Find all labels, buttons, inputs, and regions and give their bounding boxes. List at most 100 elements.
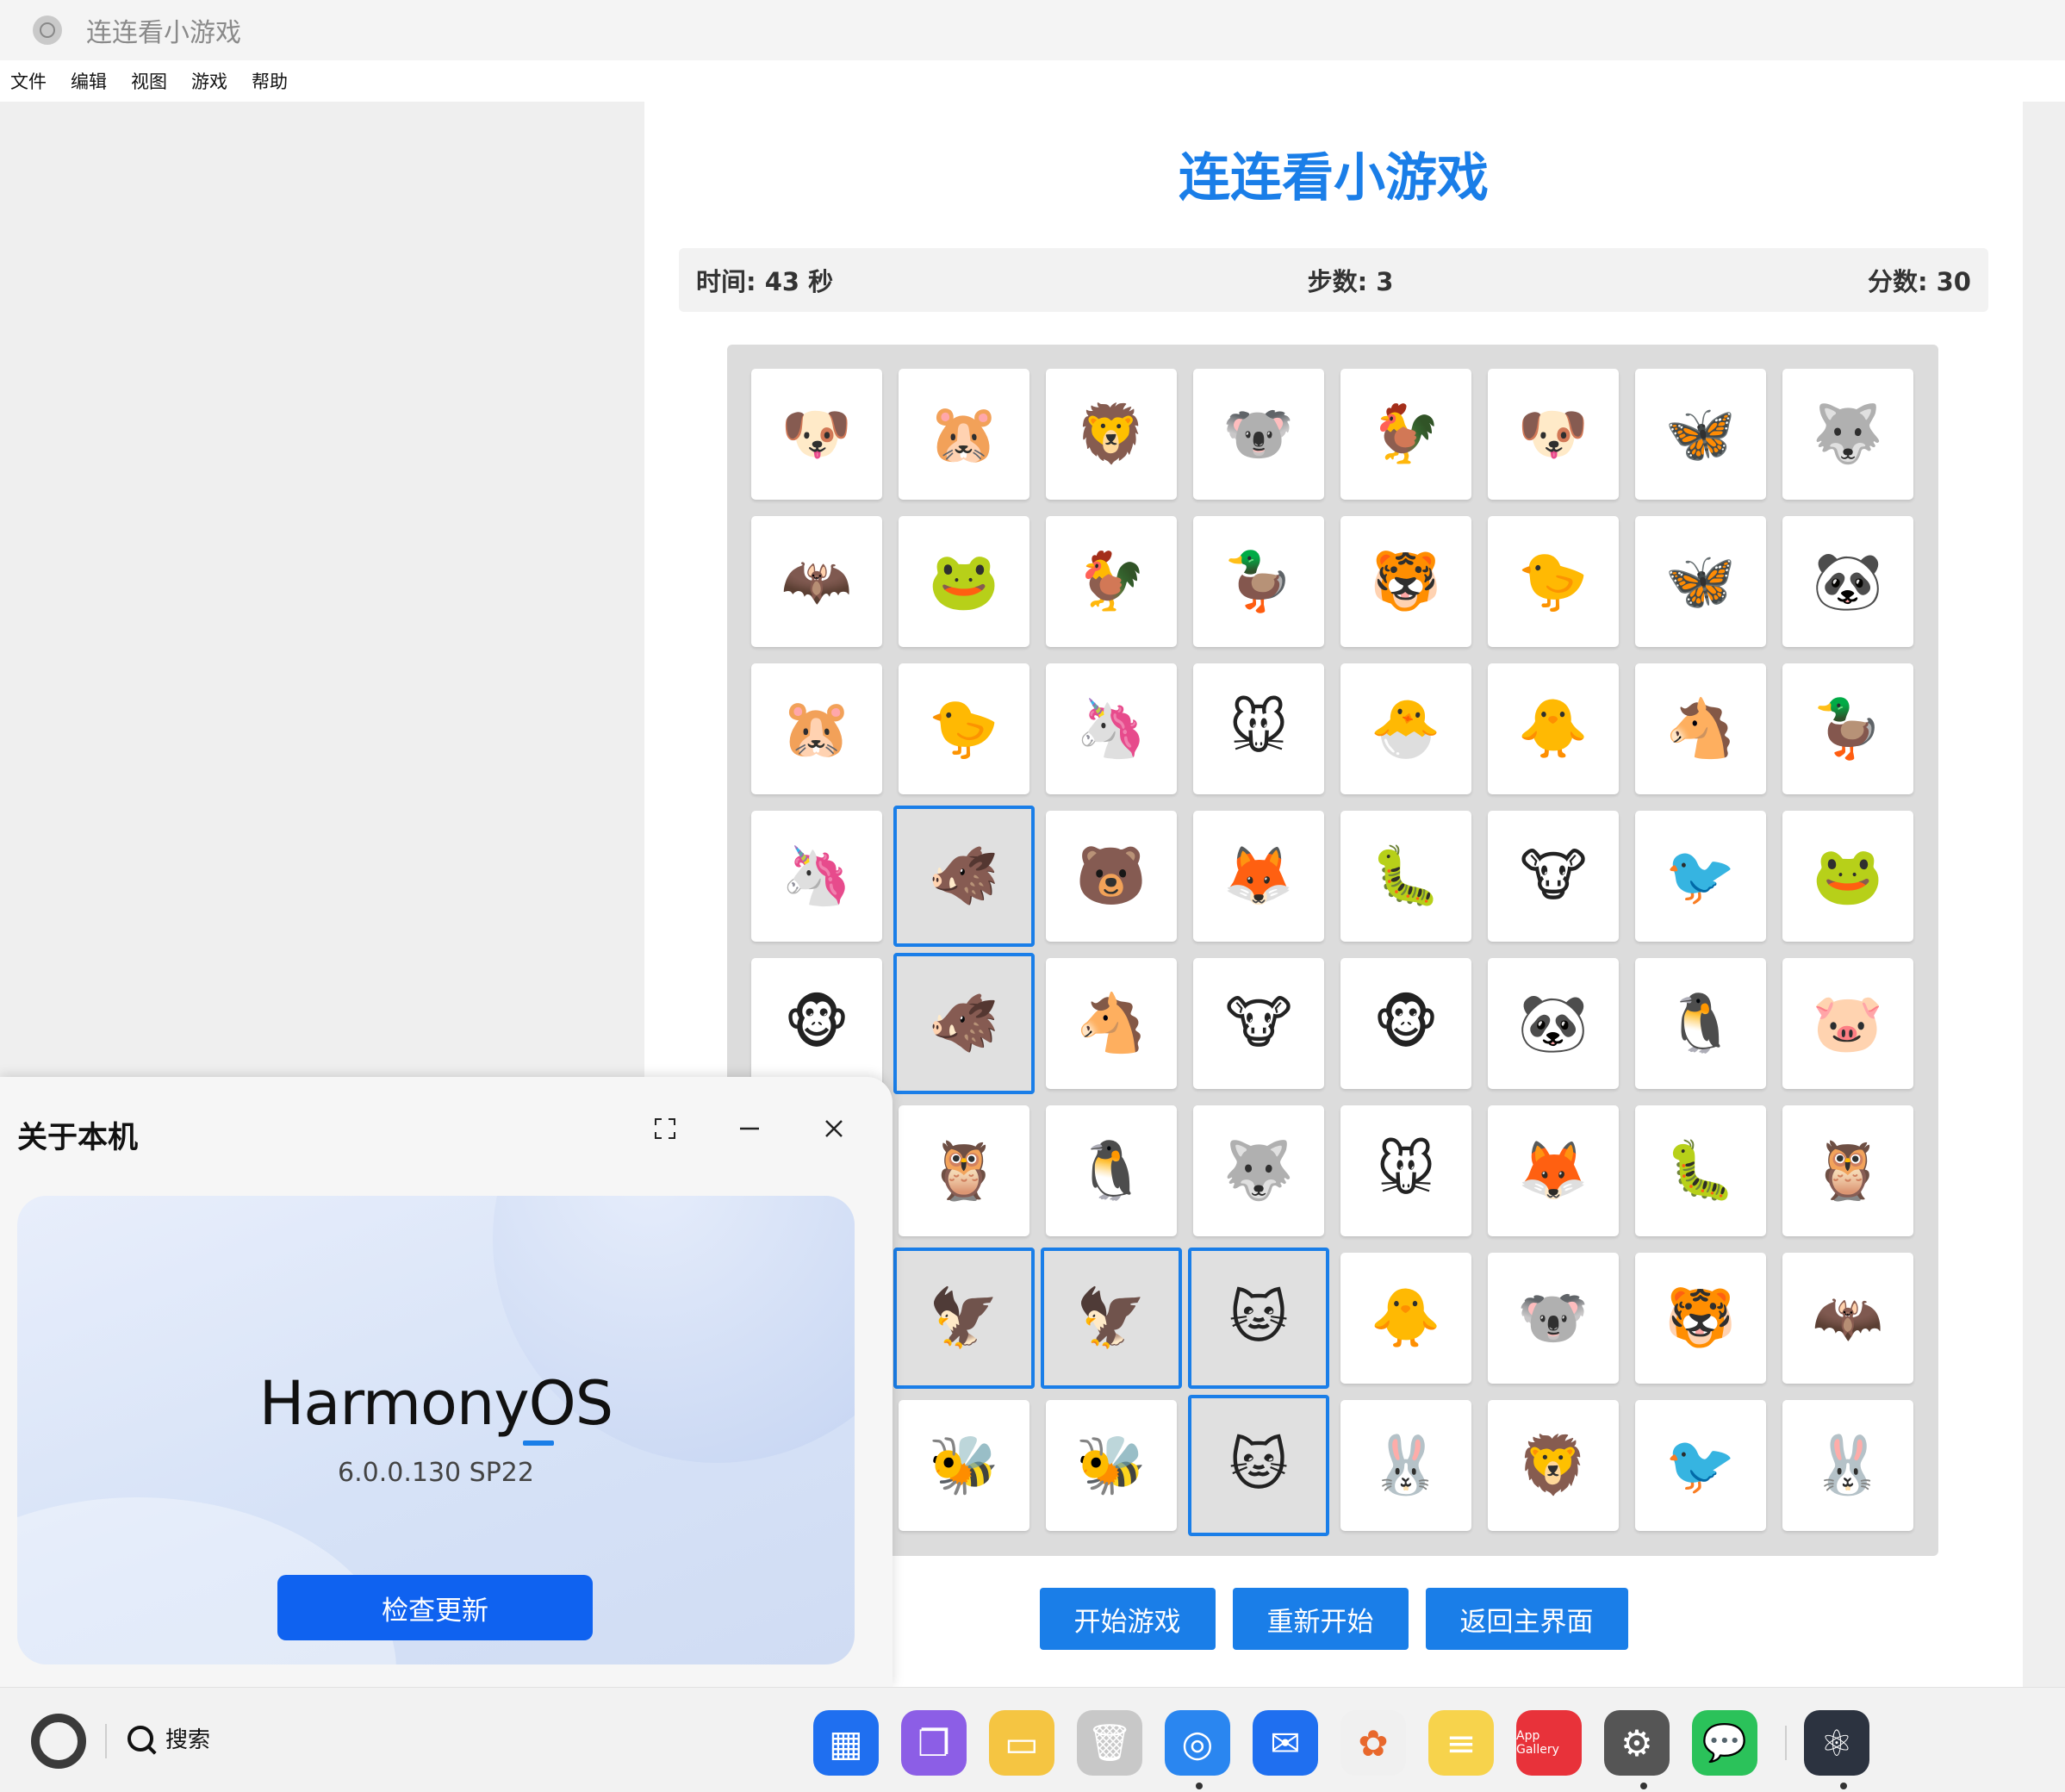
tile-boar-icon[interactable]: 🐗 [893, 806, 1035, 947]
tile-duck-icon[interactable]: 🦆 [1782, 663, 1913, 794]
tile-hamster-icon[interactable]: 🐹 [751, 663, 882, 794]
trash-icon[interactable]: 🗑 [1077, 1710, 1142, 1776]
tile-bear-icon[interactable]: 🐻 [1046, 811, 1177, 942]
taskbar-search[interactable]: 搜索 [128, 1722, 210, 1754]
tile-butterfly-icon[interactable]: 🦋 [1635, 369, 1766, 500]
tile-bee-icon[interactable]: 🐝 [1046, 1400, 1177, 1531]
tile-baby-chick-icon[interactable]: 🐥 [1488, 663, 1619, 794]
tile-unicorn-icon[interactable]: 🦄 [751, 811, 882, 942]
multitask-icon[interactable]: ❐ [901, 1710, 967, 1776]
electron-app-icon[interactable]: ⚛ [1804, 1710, 1869, 1776]
taskbar: 搜索 ▦ ❐ ▭ 🗑 ◎ ✉ ✿ ≡ App Gallery ⚙ 💬 ⚛ [0, 1687, 2065, 1792]
tile-dog-icon[interactable]: 🐶 [1488, 369, 1619, 500]
running-indicator [1840, 1783, 1847, 1789]
tile-wolf-icon[interactable]: 🐺 [1782, 369, 1913, 500]
tile-rabbit-icon[interactable]: 🐰 [1782, 1400, 1913, 1531]
tile-hatching-chick-icon[interactable]: 🐣 [1340, 663, 1471, 794]
tile-chick-icon[interactable]: 🐤 [1488, 516, 1619, 647]
tile-butterfly-icon[interactable]: 🦋 [1635, 516, 1766, 647]
tile-bug-icon[interactable]: 🐛 [1635, 1105, 1766, 1236]
tile-bird-icon[interactable]: 🐦 [1635, 811, 1766, 942]
tile-unicorn-icon[interactable]: 🦄 [1046, 663, 1177, 794]
tile-panda-icon[interactable]: 🐼 [1782, 516, 1913, 647]
tile-boar-icon[interactable]: 🐗 [893, 953, 1035, 1094]
tile-penguin-icon[interactable]: 🐧 [1635, 958, 1766, 1089]
tile-koala-icon[interactable]: 🐨 [1488, 1253, 1619, 1384]
tile-horse-icon[interactable]: 🐴 [1046, 958, 1177, 1089]
tile-duck-icon[interactable]: 🦆 [1193, 516, 1324, 647]
mail-icon[interactable]: ✉ [1253, 1710, 1318, 1776]
photos-icon[interactable]: ✿ [1340, 1710, 1406, 1776]
tile-owl-icon[interactable]: 🦉 [899, 1105, 1029, 1236]
tile-baby-chick-icon[interactable]: 🐥 [1340, 1253, 1471, 1384]
browser-icon[interactable]: ◎ [1165, 1710, 1230, 1776]
tile-monkey-icon[interactable]: 🐵 [1340, 958, 1471, 1089]
tile-horse-icon[interactable]: 🐴 [1635, 663, 1766, 794]
tile-panda-icon[interactable]: 🐼 [1488, 958, 1619, 1089]
tile-rooster-icon[interactable]: 🐓 [1046, 516, 1177, 647]
close-icon[interactable] [817, 1111, 851, 1146]
time-display: 时间: 43 秒 [696, 267, 834, 296]
tile-tiger-icon[interactable]: 🐯 [1340, 516, 1471, 647]
settings-icon[interactable]: ⚙ [1604, 1710, 1670, 1776]
title-bar: 连连看小游戏 [0, 0, 2065, 60]
app-gallery-icon[interactable]: App Gallery [1516, 1710, 1582, 1776]
tile-fox-icon[interactable]: 🦊 [1193, 811, 1324, 942]
tile-bat-icon[interactable]: 🦇 [1782, 1253, 1913, 1384]
tile-cow-icon[interactable]: 🐮 [1193, 958, 1324, 1089]
tile-rabbit-icon[interactable]: 🐰 [1340, 1400, 1471, 1531]
menu-help[interactable]: 帮助 [252, 68, 288, 94]
os-info-card: HarmonyOS 6.0.0.130 SP22 检查更新 [17, 1196, 855, 1664]
tile-lion-icon[interactable]: 🦁 [1046, 369, 1177, 500]
menu-edit[interactable]: 编辑 [71, 68, 107, 94]
search-label: 搜索 [165, 1727, 211, 1753]
os-version: 6.0.0.130 SP22 [338, 1458, 534, 1488]
tile-cat-icon[interactable]: 🐱 [1188, 1395, 1329, 1536]
tile-eagle-icon[interactable]: 🦅 [893, 1248, 1035, 1389]
tile-bee-icon[interactable]: 🐝 [899, 1400, 1029, 1531]
tile-owl-icon[interactable]: 🦉 [1782, 1105, 1913, 1236]
tile-koala-icon[interactable]: 🐨 [1193, 369, 1324, 500]
wechat-icon[interactable]: 💬 [1692, 1710, 1757, 1776]
menu-game[interactable]: 游戏 [191, 68, 227, 94]
files-icon[interactable]: ▭ [989, 1710, 1054, 1776]
tile-frog-icon[interactable]: 🐸 [1782, 811, 1913, 942]
tile-bat-icon[interactable]: 🦇 [751, 516, 882, 647]
tile-lion-icon[interactable]: 🦁 [1488, 1400, 1619, 1531]
start-game-button[interactable]: 开始游戏 [1039, 1588, 1216, 1650]
menu-file[interactable]: 文件 [10, 68, 47, 94]
running-indicator [1640, 1783, 1647, 1789]
minimize-icon[interactable] [732, 1111, 767, 1146]
tile-tiger-icon[interactable]: 🐯 [1635, 1253, 1766, 1384]
tile-cow-icon[interactable]: 🐮 [1488, 811, 1619, 942]
menu-bar: 文件 编辑 视图 游戏 帮助 [0, 60, 2065, 102]
tile-chick-icon[interactable]: 🐤 [899, 663, 1029, 794]
tile-pig-icon[interactable]: 🐷 [1782, 958, 1913, 1089]
return-home-button[interactable]: 返回主界面 [1425, 1588, 1628, 1650]
tile-hamster-icon[interactable]: 🐹 [899, 369, 1029, 500]
steps-display: 步数: 3 [1307, 267, 1394, 296]
tile-rooster-icon[interactable]: 🐓 [1340, 369, 1471, 500]
tile-dog-icon[interactable]: 🐶 [751, 369, 882, 500]
tile-cat-icon[interactable]: 🐱 [1188, 1248, 1329, 1389]
tile-wolf-icon[interactable]: 🐺 [1193, 1105, 1324, 1236]
tile-eagle-icon[interactable]: 🦅 [1041, 1248, 1182, 1389]
tile-frog-icon[interactable]: 🐸 [899, 516, 1029, 647]
tile-monkey-icon[interactable]: 🐵 [751, 958, 882, 1089]
score-display: 分数: 30 [1867, 267, 1971, 296]
os-name: HarmonyOS [258, 1368, 613, 1439]
tile-fox-icon[interactable]: 🦊 [1488, 1105, 1619, 1236]
notes-icon[interactable]: ≡ [1428, 1710, 1494, 1776]
app-center-icon[interactable]: ▦ [813, 1710, 879, 1776]
fullscreen-icon[interactable] [648, 1111, 682, 1146]
tile-penguin-icon[interactable]: 🐧 [1046, 1105, 1177, 1236]
tile-bird-icon[interactable]: 🐦 [1635, 1400, 1766, 1531]
start-menu-icon[interactable] [31, 1714, 86, 1769]
tile-bug-icon[interactable]: 🐛 [1340, 811, 1471, 942]
stats-bar: 时间: 43 秒 步数: 3 分数: 30 [679, 248, 1988, 312]
check-update-button[interactable]: 检查更新 [277, 1575, 593, 1640]
tile-mouse-icon[interactable]: 🐭 [1193, 663, 1324, 794]
tile-mouse-icon[interactable]: 🐭 [1340, 1105, 1471, 1236]
restart-button[interactable]: 重新开始 [1232, 1588, 1409, 1650]
menu-view[interactable]: 视图 [131, 68, 167, 94]
